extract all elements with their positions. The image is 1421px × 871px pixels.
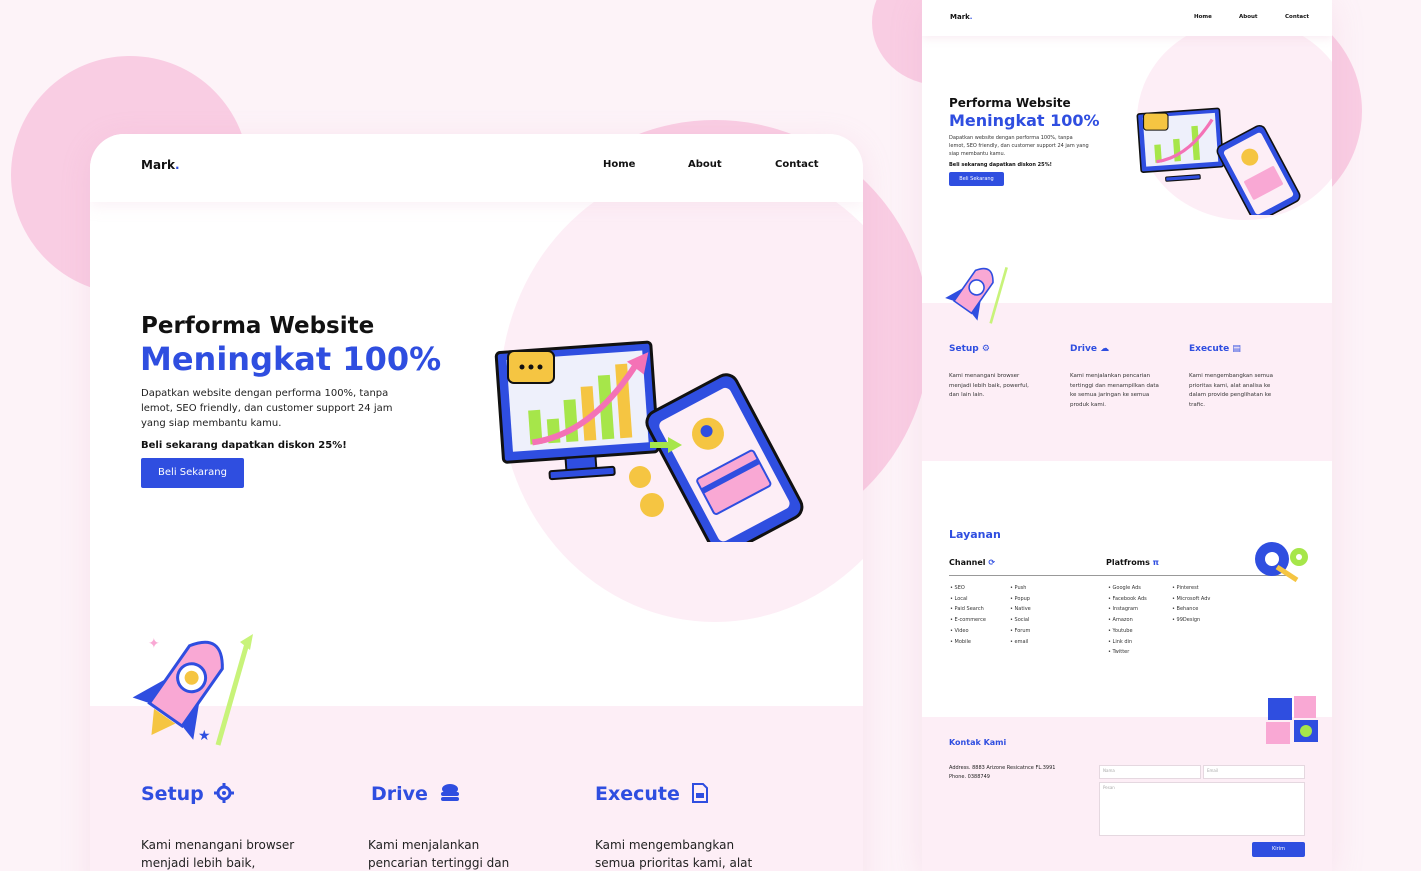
- mini-hero-title: Performa Website: [949, 96, 1071, 110]
- service-drive-title: Drive: [371, 783, 461, 805]
- mini-logo[interactable]: Mark.: [950, 13, 972, 21]
- mini-service-drive-title: Drive ☁: [1070, 344, 1110, 354]
- layanan-title: Layanan: [949, 528, 1001, 541]
- channel-icon: ⟳: [988, 558, 996, 567]
- service-setup-desc: Kami menangani browser menjadi lebih bai…: [141, 838, 295, 870]
- navbar: Mark. Home About Contact: [90, 134, 863, 202]
- contact-email-input[interactable]: Email: [1203, 765, 1305, 779]
- mini-hero-description: Dapatkan website dengan performa 100%, t…: [949, 135, 1089, 157]
- mini-hero-promo: Beli sekarang dapatkan diskon 25%!: [949, 162, 1052, 168]
- contact-message-input[interactable]: Pesan: [1099, 782, 1305, 836]
- nav-contact[interactable]: Contact: [775, 159, 819, 170]
- mini-nav-home[interactable]: Home: [1194, 14, 1212, 20]
- contact-submit-button[interactable]: Kirim: [1252, 842, 1305, 857]
- document-icon: [691, 783, 708, 803]
- layanan-divider: [949, 575, 1294, 576]
- gears-illustration: [1255, 542, 1308, 583]
- computer-phone-illustration: [494, 340, 804, 542]
- mini-service-execute-desc: Kami mengembangkan semua prioritas kami,…: [1189, 373, 1273, 408]
- contact-address: Address. 8883 Arizone Resicatnce FL.3991: [949, 765, 1056, 771]
- rocket-illustration: ✦ ★: [132, 634, 253, 746]
- mini-hero-highlight: Meningkat 100%: [949, 111, 1100, 130]
- fullpage-preview: Mark. Home About Contact Performa Websit…: [922, 0, 1332, 871]
- mini-rocket-illustration: [945, 266, 1008, 324]
- mini-computer-phone-illustration: [1136, 107, 1301, 215]
- nav-home[interactable]: Home: [603, 159, 635, 170]
- platforms-icon: π: [1152, 558, 1159, 567]
- mini-service-execute-title: Execute ▤: [1189, 344, 1241, 354]
- platforms-title: Platfroms π: [1106, 558, 1159, 567]
- service-execute-desc: Kami mengembangkan semua prioritas kami,…: [595, 838, 753, 870]
- gear-icon: [214, 783, 235, 803]
- service-drive-desc: Kami menjalankan pencarian tertinggi dan: [368, 838, 510, 870]
- contact-name-input[interactable]: Nama: [1099, 765, 1201, 779]
- hero-title: Performa Website: [141, 313, 375, 339]
- platforms-list-2: PinterestMicrosoft AdvBehance99Design: [1172, 583, 1211, 626]
- platforms-list-1: Google AdsFacebook AdsInstagramAmazonYou…: [1108, 583, 1147, 658]
- channel-list-1: SEOLocalPaid SearchE-commerceVideoMobile: [950, 583, 986, 647]
- nav-about[interactable]: About: [688, 159, 722, 170]
- contact-title: Kontak Kami: [949, 738, 1007, 747]
- mini-navbar: Mark. Home About Contact: [922, 0, 1332, 36]
- hero-description: Dapatkan website dengan performa 100%, t…: [141, 388, 393, 429]
- channel-list-2: PushPopupNativeSocialForumemail: [1010, 583, 1031, 647]
- mini-nav-contact[interactable]: Contact: [1285, 14, 1309, 20]
- cubes-illustration: [1266, 696, 1318, 744]
- service-execute-title: Execute: [595, 783, 709, 805]
- logo[interactable]: Mark.: [141, 158, 180, 172]
- cloud-stack-icon: [440, 784, 459, 801]
- svg-text:★: ★: [198, 728, 211, 744]
- contact-phone: Phone. 0388749: [949, 774, 990, 780]
- mini-service-setup-desc: Kami menangani browser menjadi lebih bai…: [949, 373, 1029, 398]
- mini-cloud-stack-icon: ☁: [1100, 344, 1110, 354]
- mini-gear-icon: ⚙: [981, 344, 990, 354]
- mini-document-icon: ▤: [1232, 344, 1241, 354]
- channel-title: Channel ⟳: [949, 558, 996, 567]
- hero-promo: Beli sekarang dapatkan diskon 25%!: [141, 440, 347, 451]
- buy-now-button[interactable]: Beli Sekarang: [141, 458, 244, 488]
- svg-text:✦: ✦: [148, 636, 160, 652]
- desktop-preview: Mark. Home About Contact Performa Websit…: [90, 134, 863, 871]
- service-setup-title: Setup: [141, 783, 235, 805]
- mini-nav-about[interactable]: About: [1239, 14, 1258, 20]
- hero-highlight: Meningkat 100%: [140, 340, 442, 378]
- mini-service-setup-title: Setup ⚙: [949, 344, 990, 354]
- mini-service-drive-desc: Kami menjalankan pencarian tertinggi dan…: [1070, 373, 1159, 408]
- mini-buy-now-button[interactable]: Beli Sekarang: [949, 172, 1004, 186]
